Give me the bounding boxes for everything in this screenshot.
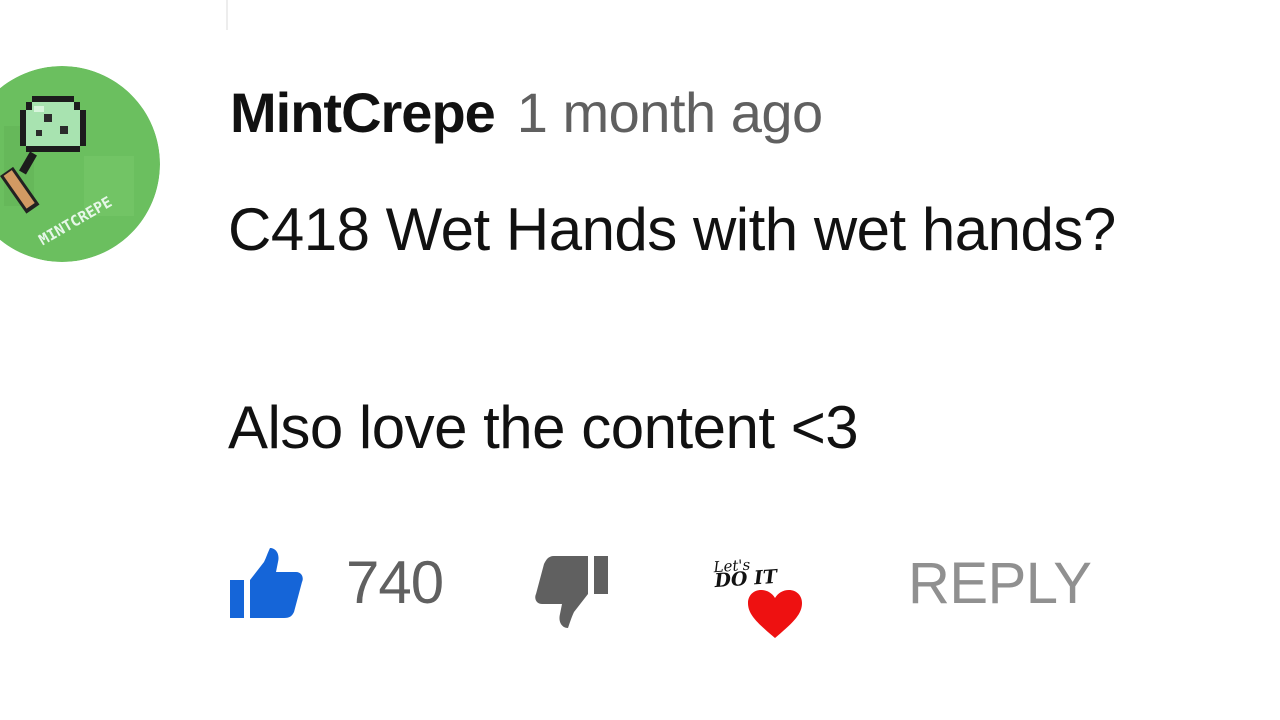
comment-header: MintCrepe 1 month ago (230, 80, 823, 150)
creator-heart-caption: Let's DO IT (713, 556, 778, 593)
creator-heart-caption-line-2: DO IT (713, 565, 778, 593)
like-count: 740 (346, 549, 444, 616)
pixel-ice-cream-icon: MINTCREPE (0, 66, 160, 262)
thumbs-up-icon (230, 548, 303, 618)
dislike-button[interactable] (532, 554, 610, 632)
thread-divider (226, 0, 228, 30)
creator-heart[interactable]: Let's DO IT (706, 556, 810, 644)
comment-timestamp[interactable]: 1 month ago (517, 80, 823, 145)
comment-text-line: C418 Wet Hands with wet hands? (228, 196, 1116, 263)
comment-actions: 740 Let's DO IT REPLY (0, 540, 1280, 650)
comment-text-line: Also love the content <3 (228, 394, 859, 461)
avatar[interactable]: MINTCREPE (0, 66, 160, 262)
heart-icon (748, 590, 802, 638)
reply-button[interactable]: REPLY (908, 550, 1092, 617)
author-name[interactable]: MintCrepe (230, 80, 496, 145)
like-button[interactable] (228, 546, 304, 620)
comment-thread: MINTCREPE MintCrepe 1 month ago C418 Wet… (0, 0, 1280, 720)
thumbs-down-icon (535, 556, 608, 628)
